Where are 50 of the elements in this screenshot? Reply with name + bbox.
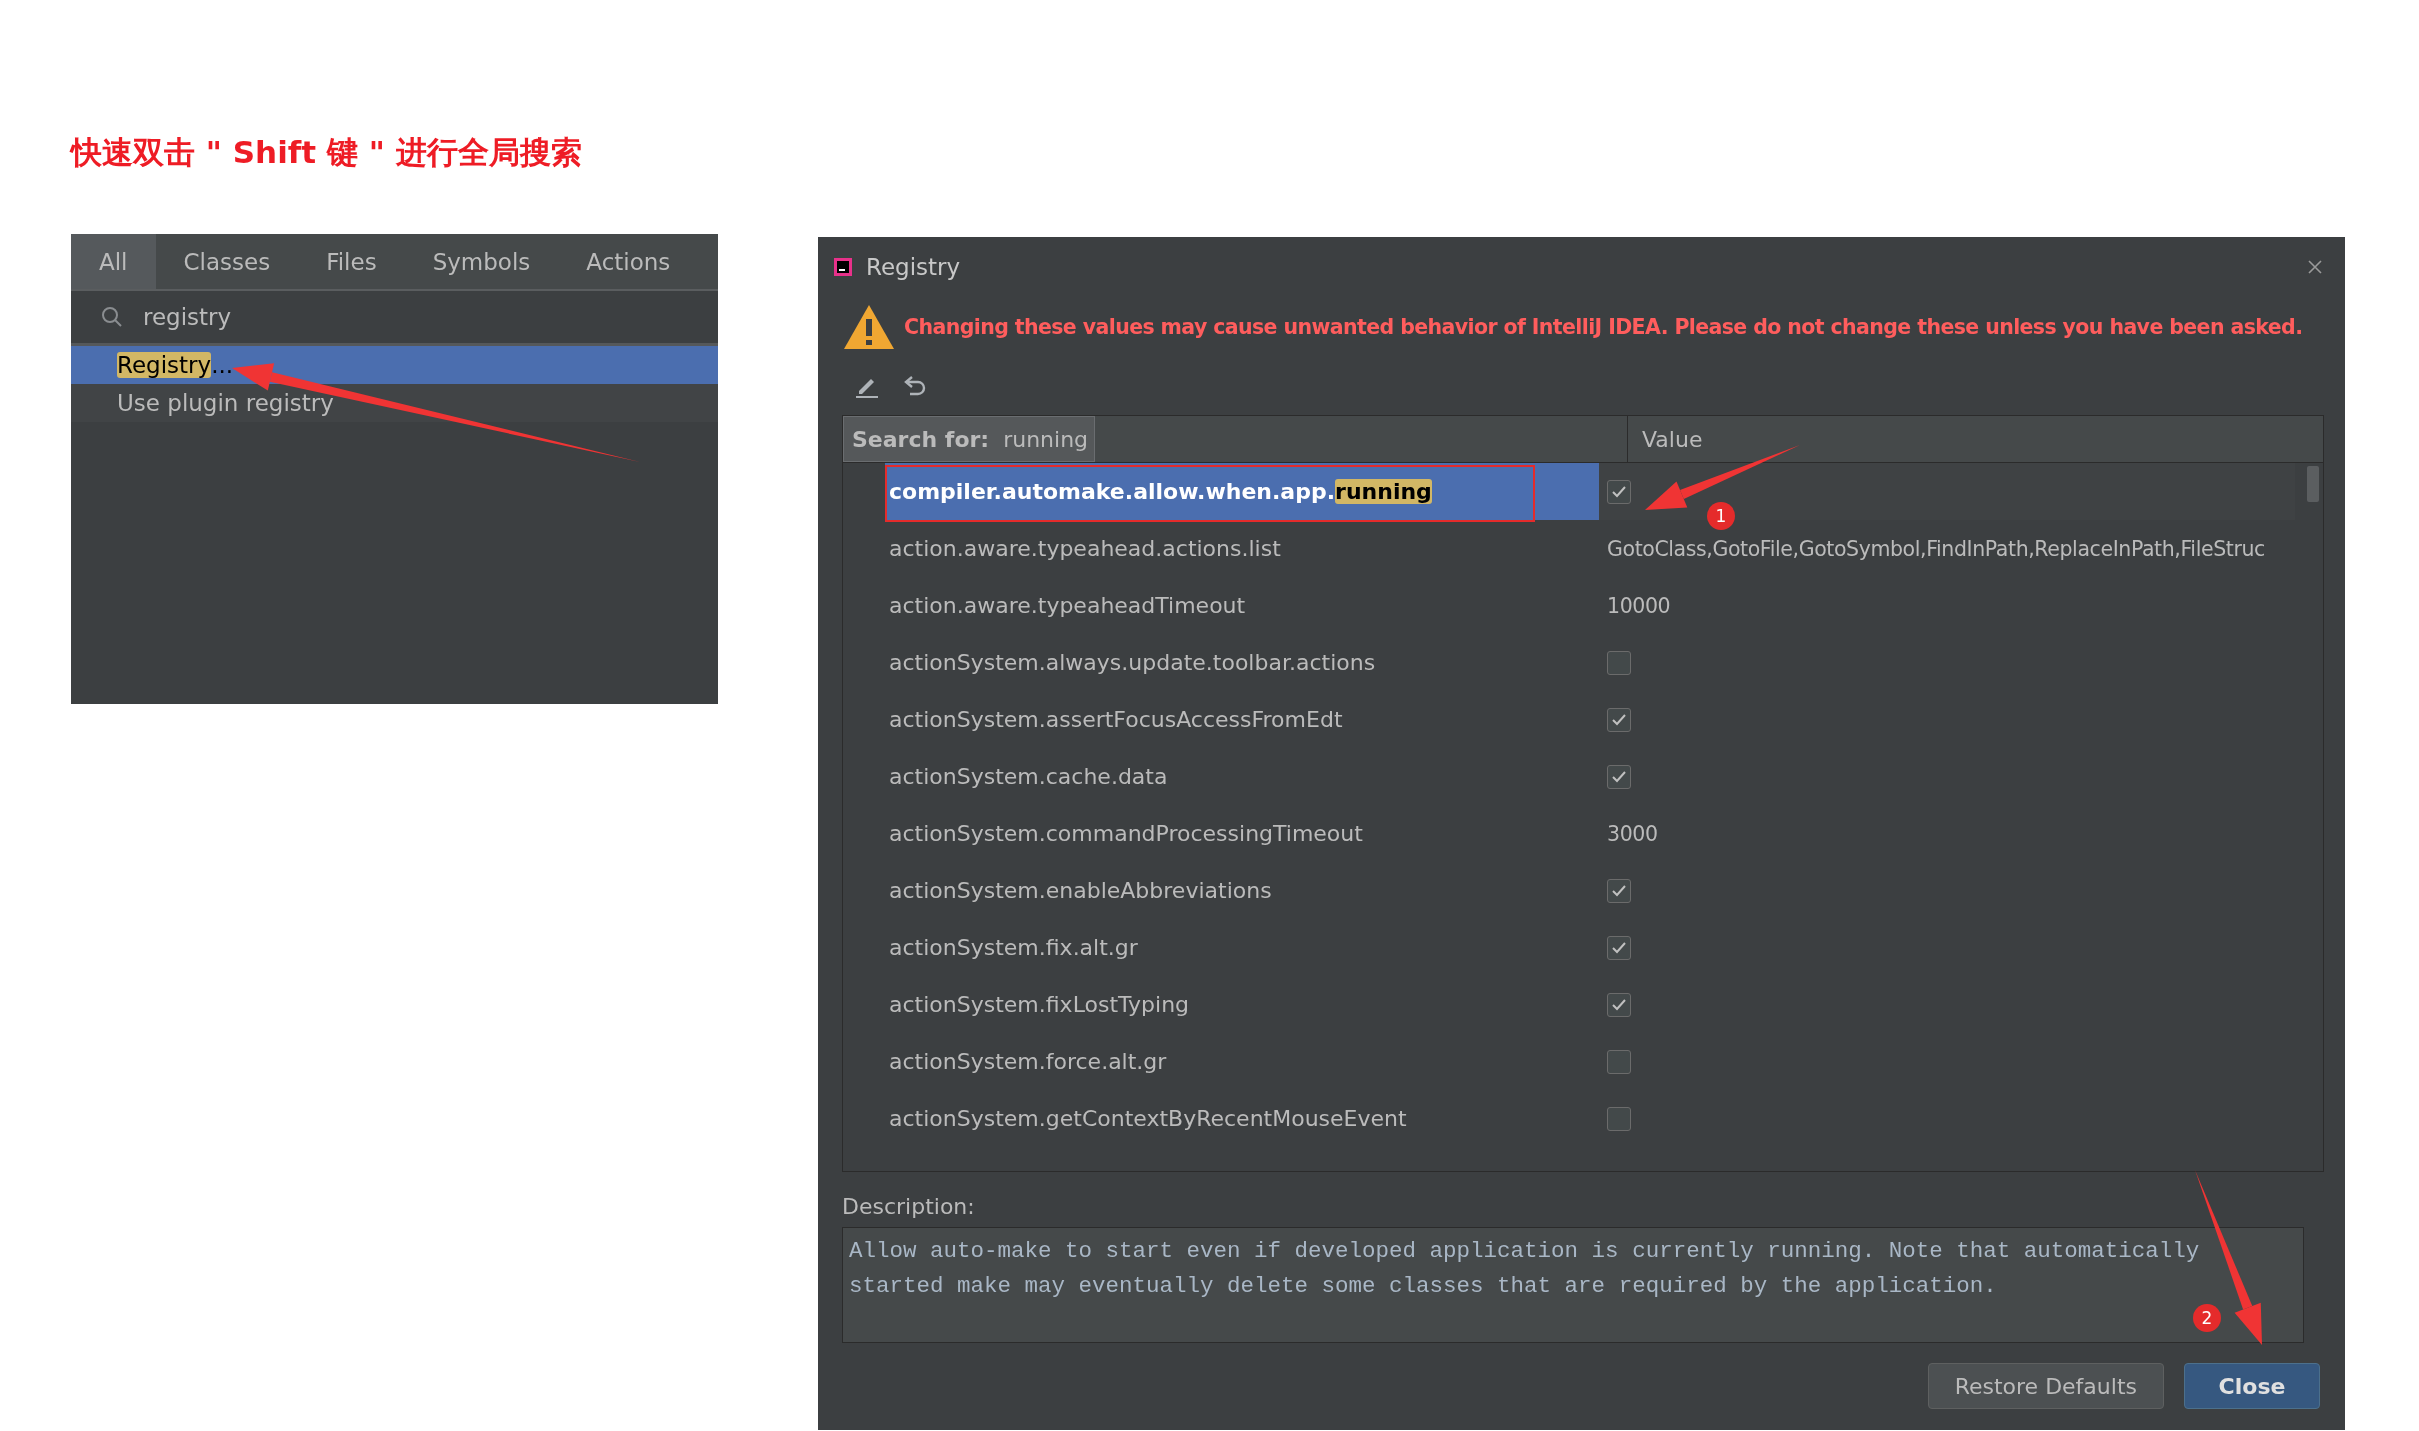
- key-cell[interactable]: actionSystem.force.alt.gr: [885, 1033, 1599, 1090]
- restore-defaults-button[interactable]: Restore Defaults: [1927, 1363, 2164, 1409]
- value-cell: 3000: [1607, 821, 1658, 846]
- value-cell: GotoClass,GotoFile,GotoSymbol,FindInPath,ReplaceInPath,FileStruc: [1607, 536, 2265, 561]
- key-cell[interactable]: actionSystem.commandProcessingTimeout: [885, 805, 1599, 862]
- key-cell[interactable]: action.aware.typeahead.actions.list: [885, 520, 1599, 577]
- key-cell[interactable]: actionSystem.always.update.toolbar.actions: [885, 634, 1599, 691]
- result-item[interactable]: Use plugin registry: [71, 384, 718, 422]
- key-cell[interactable]: action.aware.typeaheadTimeout: [885, 577, 1599, 634]
- checkbox[interactable]: [1607, 878, 1631, 903]
- search-input[interactable]: registry: [143, 304, 232, 330]
- check-icon: [1611, 997, 1627, 1012]
- key-cell[interactable]: actionSystem.fixLostTyping: [885, 976, 1599, 1033]
- close-button[interactable]: Close: [2184, 1363, 2320, 1409]
- tab[interactable]: Classes: [155, 234, 299, 289]
- tab[interactable]: Actions: [558, 234, 699, 289]
- tab[interactable]: All: [71, 234, 156, 289]
- close-icon[interactable]: [2307, 259, 2323, 275]
- speed-search-field[interactable]: Search for: running: [843, 416, 1095, 462]
- instruction-heading: 快速双击 " Shift 键 " 进行全局搜索: [71, 133, 582, 172]
- tab[interactable]: Files: [298, 234, 405, 289]
- value-cell: 10000: [1607, 593, 1671, 618]
- search-icon: [101, 306, 123, 328]
- checkbox[interactable]: [1607, 707, 1631, 732]
- result-item[interactable]: Registry...: [71, 346, 718, 384]
- dialog-title: Registry: [866, 254, 962, 280]
- checkbox[interactable]: [1607, 1106, 1631, 1131]
- app-icon: [834, 258, 852, 276]
- check-icon: [1611, 769, 1627, 784]
- checkbox[interactable]: [1607, 479, 1631, 504]
- check-icon: [1611, 484, 1627, 499]
- key-cell[interactable]: compiler.automake.allow.when.app.running: [885, 463, 1599, 520]
- key-cell[interactable]: actionSystem.fix.alt.gr: [885, 919, 1599, 976]
- checkbox[interactable]: [1607, 935, 1631, 960]
- description-label: Description:: [842, 1194, 976, 1219]
- checkbox[interactable]: [1607, 650, 1631, 675]
- checkbox[interactable]: [1607, 992, 1631, 1017]
- check-icon: [1611, 712, 1627, 727]
- warning-message: Changing these values may cause unwanted behavior of IntelliJ IDEA. Please do not change these unless you have been asked.: [904, 315, 2303, 339]
- check-icon: [1611, 883, 1627, 898]
- key-cell[interactable]: actionSystem.cache.data: [885, 748, 1599, 805]
- checkbox[interactable]: [1607, 1049, 1631, 1074]
- key-cell[interactable]: actionSystem.enableAbbreviations: [885, 862, 1599, 919]
- check-icon: [1611, 940, 1627, 955]
- checkbox[interactable]: [1607, 764, 1631, 789]
- tab[interactable]: Symbols: [404, 234, 559, 289]
- scrollbar-thumb[interactable]: [2307, 466, 2319, 502]
- warning-icon: [842, 303, 896, 351]
- key-cell[interactable]: actionSystem.getContextByRecentMouseEvent: [885, 1090, 1599, 1147]
- key-cell[interactable]: actionSystem.assertFocusAccessFromEdt: [885, 691, 1599, 748]
